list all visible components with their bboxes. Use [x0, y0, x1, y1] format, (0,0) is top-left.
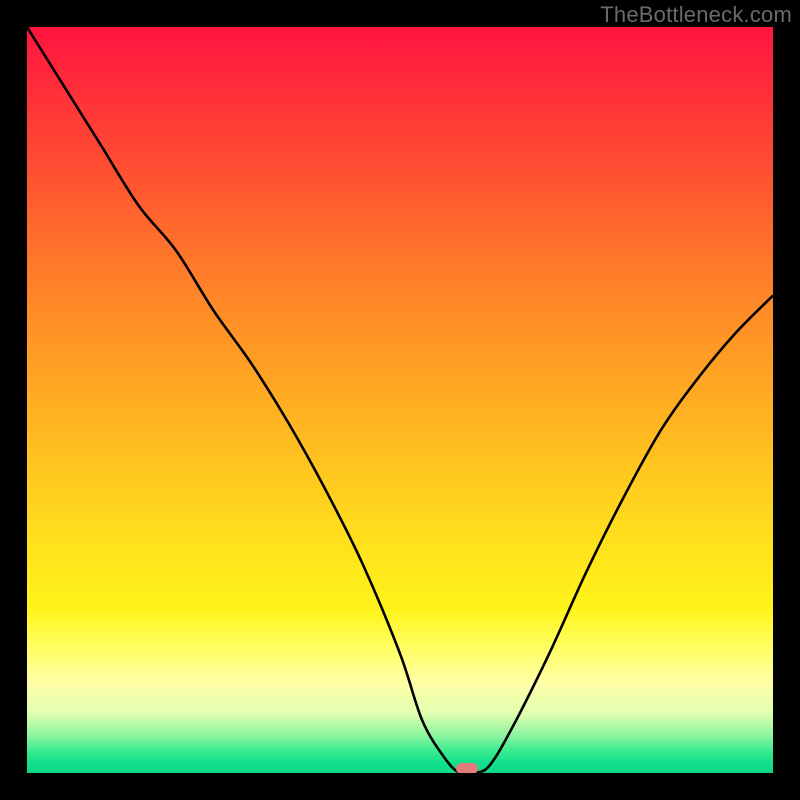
minimum-marker [456, 763, 478, 773]
chart-frame: TheBottleneck.com [0, 0, 800, 800]
watermark-label: TheBottleneck.com [600, 2, 792, 28]
plot-area [27, 27, 773, 773]
bottleneck-curve [27, 27, 773, 773]
curve-path [27, 27, 773, 773]
